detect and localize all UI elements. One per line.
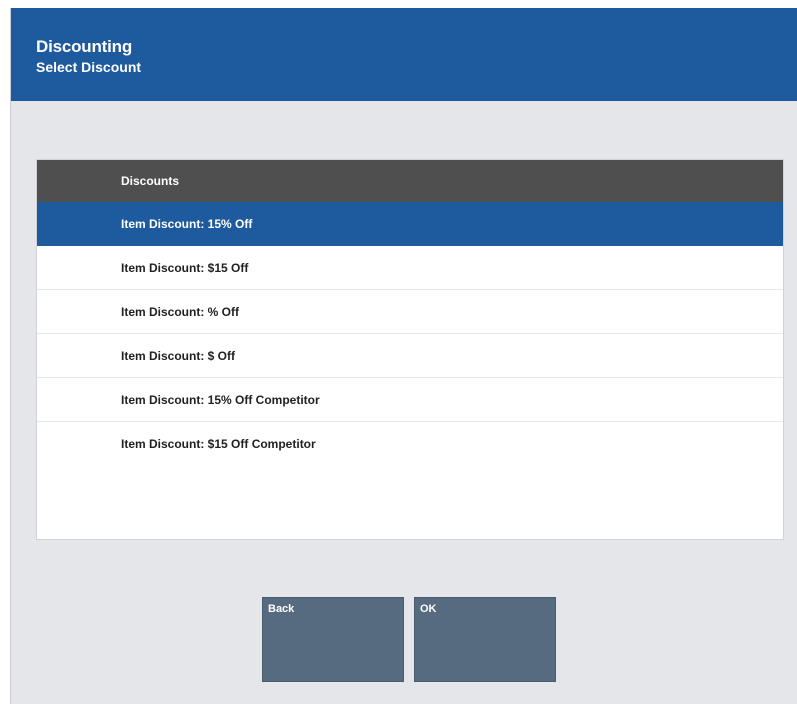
list-item-dollar-off[interactable]: Item Discount: $ Off (37, 334, 783, 378)
list-column-header: Discounts (37, 160, 783, 202)
discount-list: Discounts Item Discount: 15% Off Item Di… (36, 159, 784, 540)
list-item-15-dollar-off[interactable]: Item Discount: $15 Off (37, 246, 783, 290)
ok-button[interactable]: OK (414, 597, 556, 682)
header-bar: Discounting Select Discount (11, 8, 797, 101)
list-item-15-percent-off[interactable]: Item Discount: 15% Off (37, 202, 783, 246)
page-subtitle: Select Discount (36, 59, 142, 75)
list-item-15-percent-off-competitor[interactable]: Item Discount: 15% Off Competitor (37, 378, 783, 422)
list-item-15-dollar-off-competitor[interactable]: Item Discount: $15 Off Competitor (37, 422, 783, 466)
discount-screen: Discounting Select Discount Discounts It… (10, 8, 797, 704)
list-item-percent-off[interactable]: Item Discount: % Off (37, 290, 783, 334)
page-title: Discounting (36, 37, 133, 56)
back-button[interactable]: Back (262, 597, 404, 682)
